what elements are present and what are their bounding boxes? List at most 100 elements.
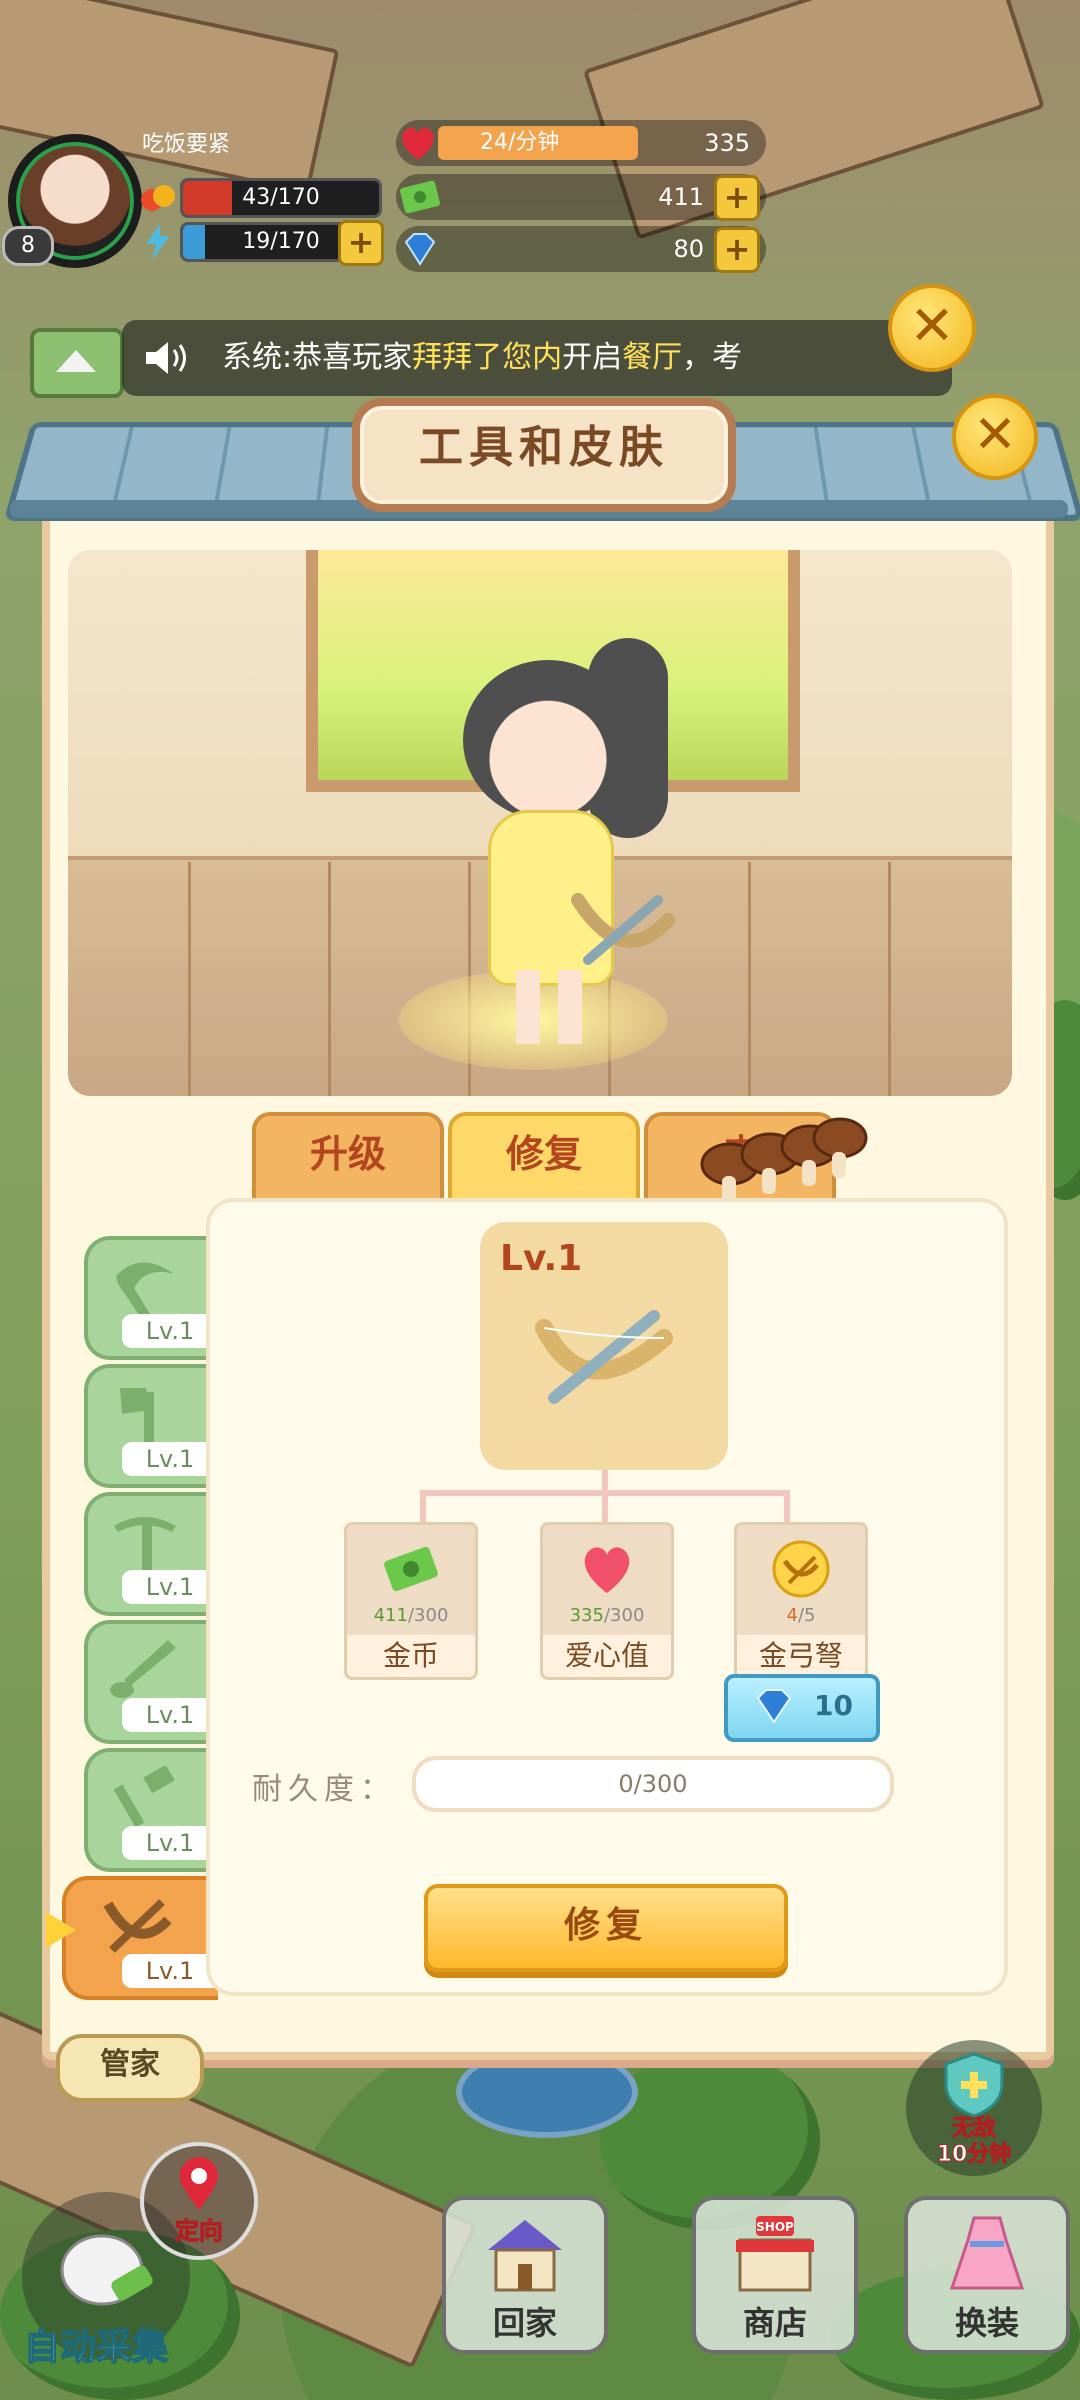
nav-outfit-button[interactable]: 换装 bbox=[904, 2196, 1070, 2354]
dress-icon bbox=[949, 2216, 1025, 2290]
diamond-cost: 10 bbox=[814, 1689, 853, 1722]
material-gold-crossbow: 4/5 金弓弩 bbox=[734, 1522, 868, 1680]
tool-level: Lv.1 bbox=[122, 1442, 218, 1476]
stamina-bar: 43/170 bbox=[180, 178, 382, 218]
item-preview: Lv.1 bbox=[480, 1222, 728, 1470]
love-value: 335 bbox=[704, 129, 750, 157]
cash-value: 411 bbox=[658, 183, 704, 211]
diamond-icon bbox=[756, 1689, 792, 1724]
invincible-label: 无敌 10分钟 bbox=[906, 2116, 1042, 2168]
material-need: /300 bbox=[407, 1605, 449, 1626]
add-diamond-button[interactable]: + bbox=[714, 227, 760, 273]
character-preview bbox=[68, 550, 1012, 1096]
material-have: 411 bbox=[373, 1605, 408, 1626]
top-hud: 8 吃饭要紧 43/170 19/170 + 24/分钟 335 411 + 8… bbox=[0, 118, 780, 278]
stamina-value: 43/170 bbox=[242, 185, 320, 210]
hammer-icon bbox=[113, 1766, 175, 1828]
character-head bbox=[463, 660, 633, 820]
material-love: 335/300 爱心值 bbox=[540, 1522, 674, 1680]
connector-line bbox=[602, 1470, 608, 1492]
invincible-line1: 无敌 bbox=[951, 2116, 996, 2142]
durability-label: 耐久度： bbox=[252, 1772, 396, 1807]
tool-slot-crossbow[interactable]: Lv.1 bbox=[62, 1876, 218, 2000]
tool-slot-shovel[interactable]: Lv.1 bbox=[84, 1620, 218, 1744]
tool-slot-hammer[interactable]: Lv.1 bbox=[84, 1748, 218, 1872]
tool-slot-sickle[interactable]: Lv.1 bbox=[84, 1236, 218, 1360]
floor-stripe bbox=[188, 862, 191, 1096]
tool-level: Lv.1 bbox=[122, 1826, 218, 1860]
system-message-player: 拜拜了您内 bbox=[412, 340, 563, 375]
add-energy-button[interactable]: + bbox=[338, 220, 384, 266]
material-name: 金弓弩 bbox=[737, 1635, 865, 1677]
crossbow-icon bbox=[535, 1310, 673, 1404]
close-panel-button[interactable]: ✕ bbox=[952, 394, 1038, 480]
item-level: Lv.1 bbox=[500, 1238, 583, 1279]
invincible-10min-button[interactable]: 无敌 10分钟 bbox=[906, 2040, 1042, 2176]
auto-collect-label: 自动采集 bbox=[23, 2326, 169, 2369]
material-need: /5 bbox=[797, 1605, 816, 1626]
diamond-resource: 80 + bbox=[396, 226, 766, 273]
tool-level: Lv.1 bbox=[122, 1954, 218, 1988]
system-message-text: 系统:恭喜玩家拜拜了您内开启餐厅，考 bbox=[222, 320, 742, 396]
panel-title: 工具和皮肤 bbox=[352, 398, 736, 512]
character-legs bbox=[516, 970, 582, 1044]
cash-resource: 411 + bbox=[396, 174, 766, 221]
add-cash-button[interactable]: + bbox=[714, 175, 760, 221]
player-name: 吃饭要紧 bbox=[142, 132, 231, 157]
crossbow-icon bbox=[103, 1899, 172, 1953]
player-level-badge: 8 bbox=[2, 226, 54, 266]
collapse-hud-button[interactable] bbox=[30, 328, 124, 398]
material-quantity: 411/300 bbox=[347, 1605, 475, 1626]
tab-upgrade[interactable]: 升级 bbox=[252, 1112, 444, 1202]
close-message-button[interactable]: ✕ bbox=[888, 284, 976, 372]
tool-level: Lv.1 bbox=[122, 1314, 218, 1348]
tool-level: Lv.1 bbox=[122, 1570, 218, 1604]
material-quantity: 335/300 bbox=[543, 1605, 671, 1626]
material-have: 4 bbox=[786, 1605, 798, 1626]
durability-bar: 0/300 bbox=[412, 1756, 894, 1812]
pickaxe-icon bbox=[114, 1517, 176, 1572]
material-name: 爱心值 bbox=[543, 1635, 671, 1677]
held-crossbow-icon bbox=[571, 893, 675, 965]
floor-stripe bbox=[328, 862, 331, 1096]
tool-slot-axe[interactable]: Lv.1 bbox=[84, 1364, 218, 1488]
shovel-icon bbox=[110, 1640, 176, 1698]
material-have: 335 bbox=[569, 1605, 604, 1626]
stamina-icon bbox=[141, 185, 175, 211]
tab-repair[interactable]: 修复 bbox=[448, 1112, 640, 1212]
invincible-line2: 10分钟 bbox=[936, 2142, 1012, 2168]
durability-value: 0/300 bbox=[618, 1770, 688, 1798]
repair-button[interactable]: 修复 bbox=[424, 1884, 788, 1972]
cash-icon bbox=[384, 1546, 438, 1592]
locate-label: 定向 bbox=[175, 2217, 224, 2246]
system-message-place: 餐厅 bbox=[622, 340, 683, 375]
nav-home-button[interactable]: 回家 bbox=[442, 2196, 608, 2354]
location-pin-icon bbox=[180, 2157, 218, 2210]
selected-tool-arrow-icon bbox=[46, 1912, 76, 1948]
connector-line bbox=[602, 1490, 608, 1522]
speaker-icon bbox=[146, 342, 186, 374]
connector-line bbox=[420, 1490, 426, 1522]
tool-slot-pickaxe[interactable]: Lv.1 bbox=[84, 1492, 218, 1616]
buy-with-diamond-button[interactable]: 10 bbox=[724, 1674, 880, 1742]
floor-stripe bbox=[748, 862, 751, 1096]
diamond-value: 80 bbox=[673, 235, 704, 263]
material-name: 金币 bbox=[347, 1635, 475, 1677]
system-message-suffix: ，考 bbox=[682, 340, 743, 375]
floor-stripe bbox=[888, 862, 891, 1096]
heart-icon bbox=[584, 1547, 630, 1593]
cash-icon bbox=[400, 180, 440, 214]
axe-icon bbox=[120, 1388, 154, 1444]
love-rate: 24/分钟 bbox=[480, 130, 560, 155]
tool-level: Lv.1 bbox=[122, 1698, 218, 1732]
system-message-banner: 系统:恭喜玩家拜拜了您内开启餐厅，考 bbox=[122, 320, 952, 396]
shop-icon: SHOP bbox=[736, 2216, 814, 2292]
locate-button[interactable]: 定向 bbox=[140, 2142, 258, 2260]
nav-home-label: 回家 bbox=[492, 2304, 557, 2342]
steward-button[interactable]: 管家 bbox=[56, 2034, 204, 2102]
gold-crossbow-icon bbox=[772, 1540, 830, 1598]
shield-icon bbox=[944, 2052, 1004, 2118]
connector-line bbox=[784, 1490, 790, 1522]
nav-shop-button[interactable]: SHOP 商店 bbox=[692, 2196, 858, 2354]
system-message-prefix: 系统:恭喜玩家 bbox=[222, 340, 413, 375]
